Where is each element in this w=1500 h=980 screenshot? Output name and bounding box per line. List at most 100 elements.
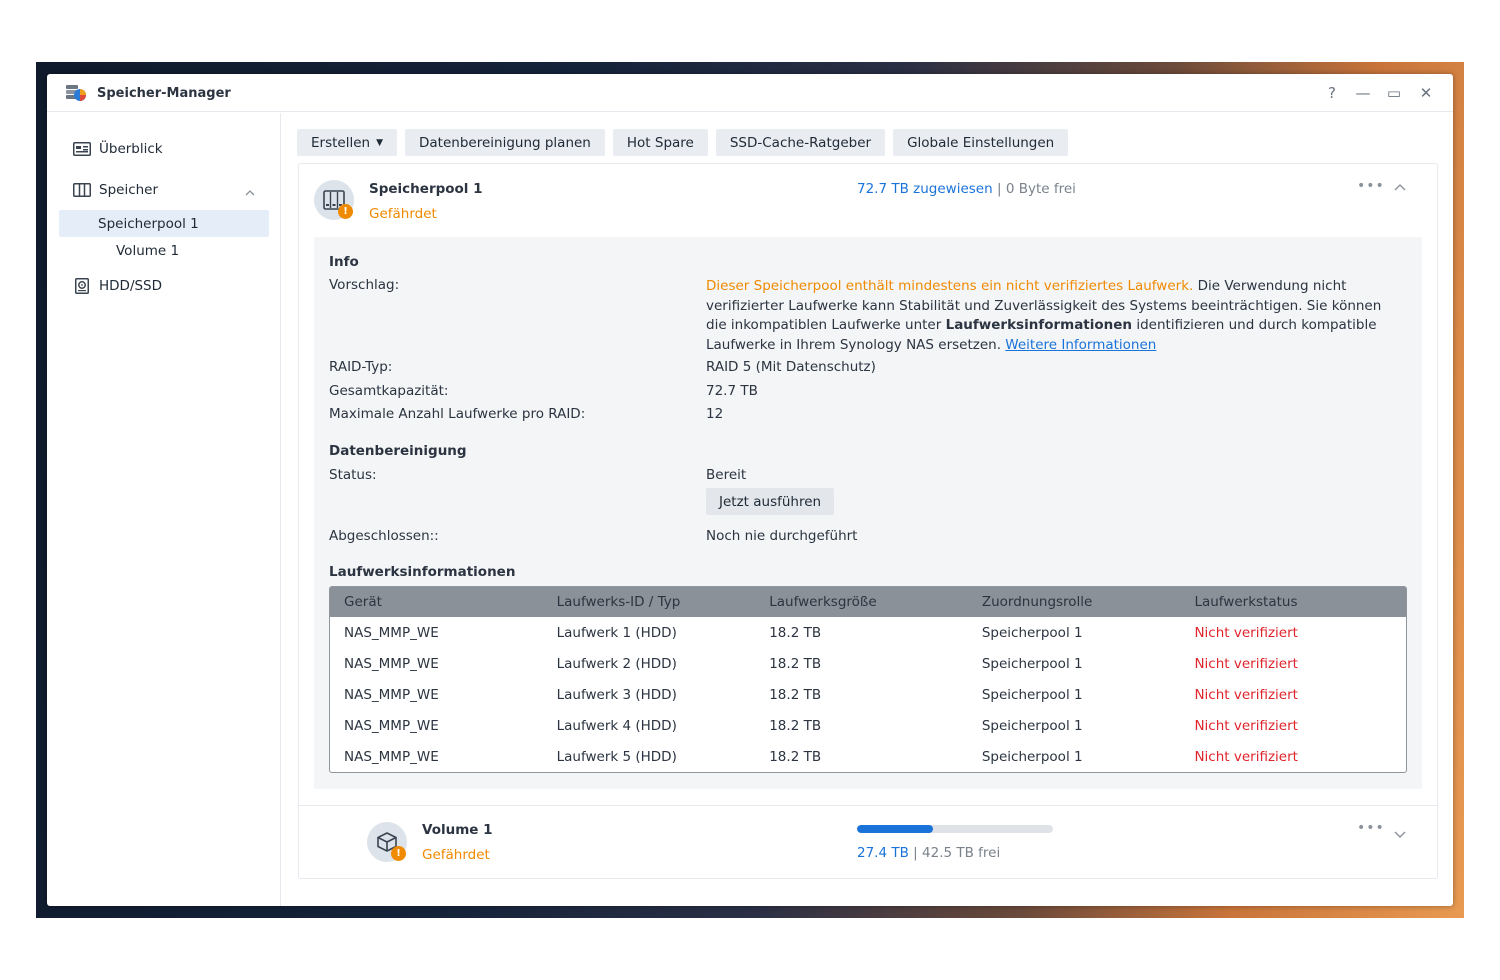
column-header-device[interactable]: Gerät — [330, 594, 543, 610]
separator: | — [996, 181, 1002, 197]
status-cell: Nicht verifiziert — [1194, 717, 1298, 734]
drive-info-section-title: Laufwerksinformationen — [329, 564, 516, 580]
sidebar-item-overview[interactable]: Überblick — [59, 135, 269, 162]
window-title: Speicher-Manager — [97, 86, 231, 101]
warning-icon: ! — [391, 846, 406, 861]
scrubbing-status-label: Status: — [329, 467, 377, 483]
sidebar-item-label: Volume 1 — [116, 242, 180, 259]
volume-usage-text: 27.4 TB | 42.5 TB frei — [857, 845, 1000, 861]
create-button[interactable]: Erstellen ▼ — [297, 129, 397, 156]
volume-usage-bar — [857, 825, 1053, 833]
sidebar-item-hdd-ssd[interactable]: HDD/SSD — [59, 272, 269, 299]
volume-used-size: 27.4 TB — [857, 845, 909, 861]
free-size: 0 Byte frei — [1005, 181, 1076, 197]
sidebar-item-storage[interactable]: Speicher — [59, 176, 269, 203]
table-header: Gerät Laufwerks-ID / Typ Laufwerksgröße … — [330, 587, 1406, 617]
role-cell: Speicherpool 1 — [981, 686, 1083, 703]
divider — [299, 805, 1437, 806]
title-bar: Speicher-Manager ? — ▭ ✕ — [47, 74, 1453, 112]
table-row[interactable]: NAS_MMP_WE Laufwerk 3 (HDD) 18.2 TB Spei… — [330, 679, 1406, 710]
schedule-scrubbing-button[interactable]: Datenbereinigung planen — [405, 129, 605, 156]
drive-info-reference: Laufwerksinformationen — [945, 317, 1133, 334]
column-header-status[interactable]: Laufwerkstatus — [1180, 594, 1406, 610]
hdd-icon — [73, 277, 91, 294]
role-cell: Speicherpool 1 — [981, 655, 1083, 672]
chevron-up-icon[interactable] — [1394, 176, 1406, 195]
volume-name: Volume 1 — [422, 822, 493, 838]
status-cell: Nicht verifiziert — [1194, 686, 1298, 703]
run-now-button[interactable]: Jetzt ausführen — [706, 488, 835, 515]
role-cell: Speicherpool 1 — [981, 624, 1083, 641]
toolbar: Erstellen ▼ Datenbereinigung planen Hot … — [297, 129, 1069, 156]
hot-spare-button[interactable]: Hot Spare — [612, 129, 708, 156]
maximize-icon[interactable]: ▭ — [1383, 82, 1405, 104]
total-capacity-label: Gesamtkapazität: — [329, 383, 449, 399]
drive-size-cell: 18.2 TB — [769, 686, 822, 703]
allocated-size: 72.7 TB zugewiesen — [857, 181, 993, 197]
table-row[interactable]: NAS_MMP_WE Laufwerk 4 (HDD) 18.2 TB Spei… — [330, 710, 1406, 741]
column-header-drive-size[interactable]: Laufwerksgröße — [755, 594, 968, 610]
table-row[interactable]: NAS_MMP_WE Laufwerk 1 (HDD) 18.2 TB Spei… — [330, 617, 1406, 648]
separator: | — [913, 845, 918, 861]
completed-label: Abgeschlossen:: — [329, 528, 439, 544]
caret-down-icon: ▼ — [376, 137, 383, 148]
minimize-icon[interactable]: — — [1352, 82, 1374, 104]
column-header-drive-id[interactable]: Laufwerks-ID / Typ — [543, 594, 756, 610]
volume-status: Gefährdet — [422, 847, 490, 863]
sidebar-item-label: HDD/SSD — [99, 277, 163, 294]
sidebar-item-label: Speicher — [99, 181, 159, 198]
sidebar: Überblick Speicher Speicherpool 1 Volume… — [47, 113, 281, 906]
device-cell: NAS_MMP_WE — [344, 624, 439, 641]
column-header-role[interactable]: Zuordnungsrolle — [968, 594, 1181, 610]
storage-pool-panel: ! Speicherpool 1 Gefährdet 72.7 TB zugew… — [298, 163, 1438, 879]
storage-pool-name: Speicherpool 1 — [369, 181, 483, 197]
global-settings-button[interactable]: Globale Einstellungen — [893, 129, 1069, 156]
max-drives-label: Maximale Anzahl Laufwerke pro RAID: — [329, 406, 586, 422]
completed-value: Noch nie durchgeführt — [706, 528, 858, 544]
storage-pool-allocation: 72.7 TB zugewiesen | 0 Byte frei — [857, 181, 1076, 197]
more-info-link[interactable]: Weitere Informationen — [1005, 337, 1156, 353]
drive-size-cell: 18.2 TB — [769, 655, 822, 672]
storage-manager-window: Speicher-Manager ? — ▭ ✕ Überblick Speic… — [47, 74, 1453, 906]
ssd-cache-advisor-button[interactable]: SSD-Cache-Ratgeber — [715, 129, 886, 156]
scrubbing-section-title: Datenbereinigung — [329, 443, 467, 459]
chevron-up-icon[interactable] — [245, 184, 255, 200]
suggestion-label: Vorschlag: — [329, 277, 400, 293]
scrubbing-status-value: Bereit — [706, 467, 747, 483]
volume-usage-fill — [857, 825, 934, 833]
storage-pool-status: Gefährdet — [369, 206, 437, 222]
table-row[interactable]: NAS_MMP_WE Laufwerk 2 (HDD) 18.2 TB Spei… — [330, 648, 1406, 679]
drive-id-cell: Laufwerk 3 (HDD) — [556, 686, 677, 703]
sidebar-item-label: Speicherpool 1 — [98, 215, 199, 232]
status-cell: Nicht verifiziert — [1194, 655, 1298, 672]
help-icon[interactable]: ? — [1321, 82, 1343, 104]
total-capacity-value: 72.7 TB — [706, 383, 758, 399]
device-cell: NAS_MMP_WE — [344, 717, 439, 734]
drive-table: Gerät Laufwerks-ID / Typ Laufwerksgröße … — [329, 586, 1407, 773]
volume-icon: ! — [367, 822, 407, 862]
max-drives-value: 12 — [706, 406, 724, 422]
drive-size-cell: 18.2 TB — [769, 748, 822, 765]
drive-id-cell: Laufwerk 2 (HDD) — [556, 655, 677, 672]
create-button-label: Erstellen — [311, 134, 371, 151]
more-options-icon[interactable]: ••• — [1357, 820, 1385, 836]
raid-type-value: RAID 5 (Mit Datenschutz) — [706, 359, 876, 375]
sidebar-item-volume-1[interactable]: Volume 1 — [59, 237, 269, 264]
volume-free-size: 42.5 TB frei — [922, 845, 1001, 861]
sidebar-item-storage-pool-1[interactable]: Speicherpool 1 — [59, 210, 269, 237]
device-cell: NAS_MMP_WE — [344, 748, 439, 765]
status-cell: Nicht verifiziert — [1194, 748, 1298, 765]
drive-id-cell: Laufwerk 4 (HDD) — [556, 717, 677, 734]
role-cell: Speicherpool 1 — [981, 748, 1083, 765]
more-options-icon[interactable]: ••• — [1357, 178, 1385, 194]
raid-type-label: RAID-Typ: — [329, 359, 393, 375]
warning-icon: ! — [338, 204, 353, 219]
close-icon[interactable]: ✕ — [1415, 82, 1437, 104]
chevron-down-icon[interactable] — [1394, 824, 1406, 843]
storage-pool-icon: ! — [314, 180, 354, 220]
table-row[interactable]: NAS_MMP_WE Laufwerk 5 (HDD) 18.2 TB Spei… — [330, 741, 1406, 772]
device-cell: NAS_MMP_WE — [344, 686, 439, 703]
status-cell: Nicht verifiziert — [1194, 624, 1298, 641]
suggestion-text: Dieser Speicherpool enthält mindestens e… — [706, 277, 1396, 355]
drive-id-cell: Laufwerk 1 (HDD) — [556, 624, 677, 641]
